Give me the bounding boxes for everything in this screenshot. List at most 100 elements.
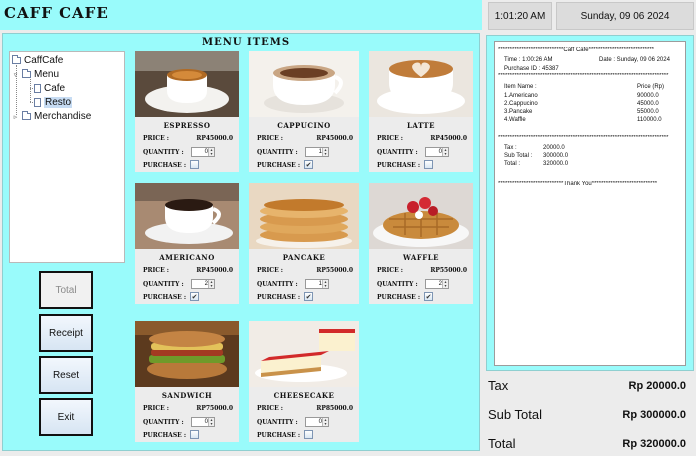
- folder-icon: [12, 55, 21, 64]
- file-icon: [34, 98, 41, 107]
- total-button[interactable]: Total: [39, 271, 93, 309]
- subtotal-label: Sub Total: [488, 407, 542, 422]
- receipt-line-name: 3.Pancake: [504, 109, 533, 115]
- purchase-checkbox[interactable]: [190, 430, 199, 439]
- menu-items-title: MENU ITEMS: [202, 37, 291, 48]
- quantity-spinner[interactable]: 2 ▴ ▾: [425, 279, 449, 289]
- quantity-spinner[interactable]: 0 ▴ ▾: [191, 417, 215, 427]
- receipt-total-value: 320000.0: [543, 161, 569, 167]
- purchase-checkbox[interactable]: ✔: [424, 292, 433, 301]
- receipt-subtotal-value: 300000.0: [543, 153, 569, 159]
- subtotal-value: Rp 300000.0: [622, 409, 686, 421]
- item-price: RP85000.0: [316, 405, 353, 412]
- exit-button[interactable]: Exit: [39, 398, 93, 436]
- receipt-line-price: 110000.0: [637, 117, 662, 123]
- quantity-label: QUANTITY :: [143, 281, 184, 288]
- receipt-header-line: ****************************Caff Cafe***…: [498, 47, 654, 53]
- spinner-arrows-icon[interactable]: ▴ ▾: [322, 148, 328, 156]
- expand-icon[interactable]: ▹: [12, 113, 19, 121]
- price-label: PRICE :: [143, 405, 169, 412]
- receipt-purchase-id: Purchase ID : 45387: [504, 66, 559, 72]
- header-bar: CAFF CAFE: [0, 0, 482, 30]
- file-icon: [34, 84, 41, 93]
- purchase-checkbox[interactable]: [424, 160, 433, 169]
- item-name: WAFFLE: [402, 253, 440, 262]
- receipt-total-label: Total :: [504, 161, 521, 167]
- purchase-checkbox[interactable]: ✔: [304, 292, 313, 301]
- quantity-spinner[interactable]: 0 ▴ ▾: [305, 417, 329, 427]
- purchase-checkbox[interactable]: [190, 160, 199, 169]
- spinner-arrows-icon[interactable]: ▴ ▾: [322, 418, 328, 426]
- quantity-spinner[interactable]: 1 ▴ ▾: [305, 147, 329, 157]
- tree-node-root[interactable]: CaffCafe: [12, 54, 63, 67]
- receipt-date: Date : Sunday, 09 06 2024: [599, 57, 670, 63]
- purchase-label: PURCHASE :: [377, 294, 421, 301]
- quantity-label: QUANTITY :: [377, 281, 418, 288]
- quantity-label: QUANTITY :: [257, 149, 298, 156]
- quantity-label: QUANTITY :: [143, 149, 184, 156]
- spinner-arrows-icon[interactable]: ▴ ▾: [442, 280, 448, 288]
- purchase-label: PURCHASE :: [257, 294, 301, 301]
- quantity-spinner[interactable]: 0 ▴ ▾: [425, 147, 449, 157]
- receipt-item-column: Item Name :: [504, 84, 537, 90]
- spinner-arrows-icon[interactable]: ▴ ▾: [442, 148, 448, 156]
- tree-label-menu: Menu: [34, 69, 60, 80]
- receipt-time: Time : 1:00:26 AM: [504, 57, 553, 63]
- purchase-checkbox[interactable]: ✔: [190, 292, 199, 301]
- item-card-waffle: WAFFLE PRICE : RP55000.0 QUANTITY : 2 ▴ ▾…: [369, 183, 473, 304]
- quantity-label: QUANTITY :: [143, 419, 184, 426]
- tax-value: Rp 20000.0: [628, 380, 686, 392]
- receipt-price-column: Price (Rp): [637, 84, 665, 90]
- spinner-arrows-icon[interactable]: ▴ ▾: [208, 280, 214, 288]
- collapse-icon[interactable]: ▿: [12, 71, 19, 79]
- receipt-line-price: 55000.0: [637, 109, 659, 115]
- receipt-tax-label: Tax :: [504, 145, 517, 151]
- item-price: RP45000.0: [196, 135, 233, 142]
- pancake-image: [249, 183, 359, 249]
- total-label: Total: [488, 436, 516, 451]
- category-tree[interactable]: CaffCafe ▿ Menu Cafe Resto ▹ Merchandise: [9, 51, 125, 263]
- tree-node-merchandise[interactable]: ▹ Merchandise: [12, 110, 91, 123]
- item-name: LATTE: [407, 121, 435, 130]
- purchase-checkbox[interactable]: ✔: [304, 160, 313, 169]
- cheesecake-image: [249, 321, 359, 387]
- item-price: RP45000.0: [196, 267, 233, 274]
- time-display: 1:01:20 AM: [488, 2, 552, 30]
- app-title: CAFF CAFE: [4, 4, 109, 22]
- reset-button[interactable]: Reset: [39, 356, 93, 394]
- item-name: AMERICANO: [159, 253, 215, 262]
- price-label: PRICE :: [257, 267, 283, 274]
- receipt-line-name: 2.Cappucino: [504, 101, 538, 107]
- price-label: PRICE :: [143, 267, 169, 274]
- quantity-spinner[interactable]: 0 ▴ ▾: [191, 147, 215, 157]
- waffle-image: [369, 183, 473, 249]
- quantity-label: QUANTITY :: [257, 281, 298, 288]
- tree-node-resto[interactable]: Resto: [34, 96, 73, 109]
- item-price: RP55000.0: [430, 267, 467, 274]
- spinner-arrows-icon[interactable]: ▴ ▾: [208, 148, 214, 156]
- item-card-americano: AMERICANO PRICE : RP45000.0 QUANTITY : 2…: [135, 183, 239, 304]
- receipt-button[interactable]: Receipt: [39, 314, 93, 352]
- tree-label-merchandise: Merchandise: [34, 111, 92, 122]
- quantity-spinner[interactable]: 2 ▴ ▾: [191, 279, 215, 289]
- price-label: PRICE :: [377, 267, 403, 274]
- americano-image: [135, 183, 239, 249]
- cappuccino-image: [249, 51, 359, 117]
- receipt-text-area[interactable]: ****************************Caff Cafe***…: [494, 41, 686, 366]
- receipt-line-name: 4.Waffle: [504, 117, 526, 123]
- spinner-arrows-icon[interactable]: ▴ ▾: [208, 418, 214, 426]
- purchase-label: PURCHASE :: [143, 294, 187, 301]
- item-card-espresso: ESPRESSO PRICE : RP45000.0 QUANTITY : 0 …: [135, 51, 239, 172]
- price-label: PRICE :: [257, 405, 283, 412]
- tree-node-cafe[interactable]: Cafe: [34, 82, 65, 95]
- item-card-cheesecake: CHEESECAKE PRICE : RP85000.0 QUANTITY : …: [249, 321, 359, 442]
- receipt-footer-line: ****************************Thank You***…: [498, 181, 658, 187]
- quantity-label: QUANTITY :: [257, 419, 298, 426]
- quantity-spinner[interactable]: 1 ▴ ▾: [305, 279, 329, 289]
- purchase-checkbox[interactable]: [304, 430, 313, 439]
- price-label: PRICE :: [377, 135, 403, 142]
- purchase-label: PURCHASE :: [377, 162, 421, 169]
- spinner-arrows-icon[interactable]: ▴ ▾: [322, 280, 328, 288]
- item-price: RP55000.0: [316, 267, 353, 274]
- tree-node-menu[interactable]: ▿ Menu: [12, 68, 59, 81]
